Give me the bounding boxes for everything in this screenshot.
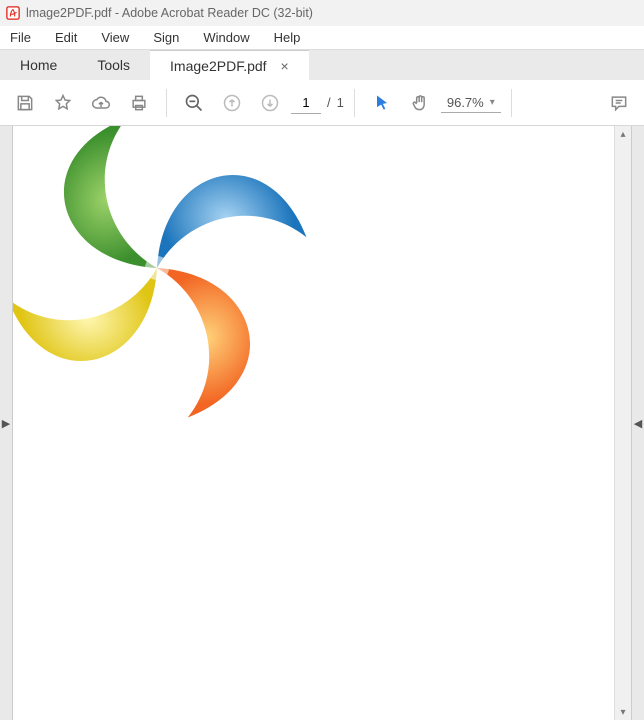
tab-home[interactable]: Home [0,50,77,80]
menu-window[interactable]: Window [191,28,261,47]
tab-tools[interactable]: Tools [77,50,150,80]
cursor-icon [372,93,392,113]
total-pages: 1 [337,95,344,110]
window-title: lmage2PDF.pdf - Adobe Acrobat Reader DC … [26,6,313,20]
current-page-input[interactable] [291,92,321,114]
left-panel-toggle[interactable]: ▶ [0,126,13,720]
toolbar-separator [354,89,355,117]
document-view[interactable] [13,126,614,720]
arrow-up-icon [222,93,242,113]
vertical-scrollbar[interactable]: ▴ ▾ [614,126,631,720]
content-area: ▶ ▴ [0,126,644,720]
comment-panel-button[interactable] [602,86,636,120]
zoom-value: 96.7% [447,95,484,110]
next-page-button[interactable] [253,86,287,120]
scroll-down-button[interactable]: ▾ [615,704,631,720]
tab-document[interactable]: Image2PDF.pdf × [150,50,309,80]
arrow-down-icon [260,93,280,113]
menubar: File Edit View Sign Window Help [0,26,644,50]
zoom-dropdown[interactable]: 96.7% ▾ [441,93,501,113]
chevron-right-icon: ▶ [2,417,10,430]
hand-icon [410,93,430,113]
star-icon [53,93,73,113]
zoom-out-icon [184,93,204,113]
right-panel-toggle[interactable]: ◀ [631,126,644,720]
star-button[interactable] [46,86,80,120]
menu-edit[interactable]: Edit [43,28,89,47]
tabstrip: Home Tools Image2PDF.pdf × [0,50,644,80]
tab-document-label: Image2PDF.pdf [170,58,267,74]
print-icon [129,93,149,113]
tab-close-button[interactable]: × [281,58,289,74]
chevron-down-icon: ▾ [490,97,495,108]
save-button[interactable] [8,86,42,120]
page-indicator: / 1 [291,92,344,114]
document-image [13,126,307,418]
scroll-up-button[interactable]: ▴ [615,126,631,142]
print-button[interactable] [122,86,156,120]
toolbar-separator [511,89,512,117]
comment-icon [609,93,629,113]
save-icon [15,93,35,113]
menu-view[interactable]: View [89,28,141,47]
zoom-out-button[interactable] [177,86,211,120]
page-separator: / [327,95,331,110]
titlebar: lmage2PDF.pdf - Adobe Acrobat Reader DC … [0,0,644,26]
cloud-upload-icon [91,93,111,113]
toolbar-separator [166,89,167,117]
menu-help[interactable]: Help [262,28,313,47]
page-canvas [13,126,614,720]
prev-page-button[interactable] [215,86,249,120]
acrobat-icon [6,6,20,20]
cloud-upload-button[interactable] [84,86,118,120]
hand-tool-button[interactable] [403,86,437,120]
selection-tool-button[interactable] [365,86,399,120]
toolbar: / 1 96.7% ▾ [0,80,644,126]
chevron-left-icon: ◀ [634,417,642,430]
menu-file[interactable]: File [2,28,43,47]
menu-sign[interactable]: Sign [141,28,191,47]
